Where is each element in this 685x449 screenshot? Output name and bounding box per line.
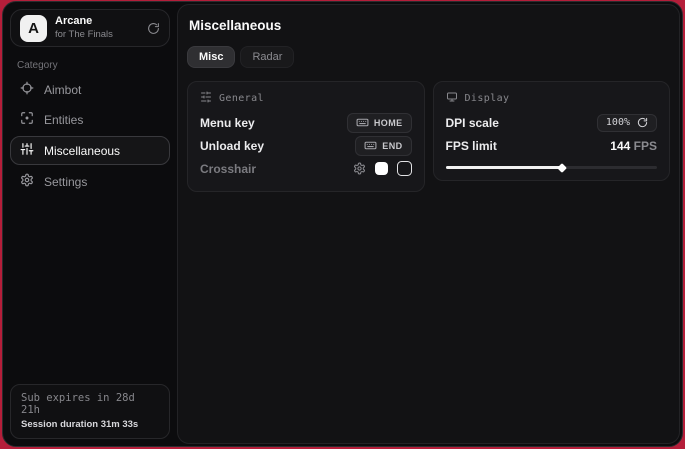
unload-key-row: Unload key END: [200, 134, 412, 157]
scan-icon: [20, 111, 34, 128]
sliders-horizontal-icon: [200, 91, 212, 106]
display-card-header: Display: [446, 91, 658, 106]
crosshair-enable-checkbox[interactable]: [397, 161, 412, 176]
display-card: Display DPI scale 100% FPS limit 144: [433, 81, 671, 181]
gear-icon: [20, 173, 34, 190]
sidebar-item-label: Entities: [44, 113, 83, 127]
monitor-icon: [446, 91, 458, 106]
category-label: Category: [17, 60, 163, 71]
main-panel: Miscellaneous Misc Radar General Menu ke…: [177, 4, 680, 444]
fps-number: 144: [610, 139, 630, 153]
dpi-scale-label: DPI scale: [446, 116, 499, 130]
subscription-info: Sub expires in 28d 21h Session duration …: [10, 384, 170, 439]
crosshair-settings-gear-icon[interactable]: [353, 162, 366, 175]
fps-slider-thumb[interactable]: [557, 163, 567, 173]
card-container: General Menu key HOME Unload key: [187, 81, 670, 192]
app-window: A Arcane for The Finals Category Aimbot: [2, 1, 683, 447]
dpi-scale-value: 100%: [606, 117, 630, 128]
general-card-title: General: [219, 93, 264, 104]
keyboard-icon: [356, 116, 369, 129]
general-card: General Menu key HOME Unload key: [187, 81, 425, 192]
page-title: Miscellaneous: [189, 18, 670, 33]
fps-limit-slider[interactable]: [446, 166, 658, 169]
sidebar-item-miscellaneous[interactable]: Miscellaneous: [10, 136, 170, 165]
session-duration-text: Session duration 31m 33s: [21, 419, 159, 430]
dpi-scale-selector[interactable]: 100%: [597, 114, 657, 132]
sub-expiry-text: Sub expires in 28d 21h: [21, 392, 159, 416]
keyboard-icon: [364, 139, 377, 152]
sidebar-item-entities[interactable]: Entities: [10, 106, 170, 133]
crosshair-icon: [20, 81, 34, 98]
sidebar-item-label: Settings: [44, 175, 87, 189]
sliders-icon: [20, 142, 34, 159]
app-title: Arcane: [55, 15, 139, 29]
cycle-icon: [637, 117, 648, 128]
dpi-scale-row: DPI scale 100%: [446, 111, 658, 134]
sidebar-item-aimbot[interactable]: Aimbot: [10, 76, 170, 103]
unload-key-value: END: [382, 141, 402, 151]
tab-radar[interactable]: Radar: [240, 46, 294, 68]
app-logo: A: [20, 15, 47, 42]
fps-slider-fill: [446, 166, 562, 169]
fps-limit-value: 144 FPS: [610, 139, 657, 153]
unload-key-label: Unload key: [200, 139, 264, 153]
general-card-header: General: [200, 91, 412, 106]
sidebar-item-label: Aimbot: [44, 83, 81, 97]
menu-key-value: HOME: [374, 118, 403, 128]
unload-key-bind-button[interactable]: END: [355, 136, 411, 156]
menu-key-bind-button[interactable]: HOME: [347, 113, 412, 133]
sidebar-nav: Aimbot Entities Miscellaneous: [10, 76, 170, 195]
crosshair-label: Crosshair: [200, 162, 256, 176]
sidebar: A Arcane for The Finals Category Aimbot: [3, 2, 177, 446]
sidebar-item-label: Miscellaneous: [44, 144, 120, 158]
tab-bar: Misc Radar: [187, 46, 670, 68]
tab-misc[interactable]: Misc: [187, 46, 235, 68]
app-subtitle: for The Finals: [55, 29, 139, 41]
crosshair-controls: [353, 161, 412, 176]
crosshair-color-swatch[interactable]: [375, 162, 388, 175]
crosshair-row: Crosshair: [200, 157, 412, 180]
brand-header: A Arcane for The Finals: [10, 9, 170, 47]
refresh-icon[interactable]: [147, 22, 160, 35]
fps-limit-label: FPS limit: [446, 139, 497, 153]
display-card-title: Display: [465, 93, 510, 104]
fps-unit: FPS: [634, 139, 657, 153]
fps-limit-row: FPS limit 144 FPS: [446, 134, 658, 157]
brand-text: Arcane for The Finals: [55, 15, 139, 41]
menu-key-row: Menu key HOME: [200, 111, 412, 134]
menu-key-label: Menu key: [200, 116, 255, 130]
sidebar-item-settings[interactable]: Settings: [10, 168, 170, 195]
